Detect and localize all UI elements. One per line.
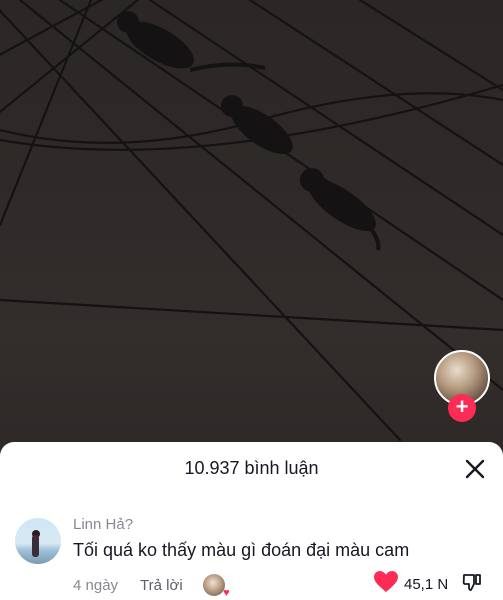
creator-liked-icon: ♥ bbox=[202, 574, 230, 599]
power-lines-scene bbox=[0, 0, 503, 442]
video-player[interactable]: + bbox=[0, 0, 503, 450]
dislike-icon[interactable] bbox=[462, 572, 482, 597]
like-group: 45,1 N bbox=[374, 570, 482, 598]
comment-meta-row: 4 ngày Trả lời ♥ bbox=[73, 574, 230, 599]
follow-button[interactable]: + bbox=[448, 394, 476, 422]
comment-text: Tối quá ko thấy màu gì đoán đại màu cam bbox=[73, 540, 410, 560]
comment-time: 4 ngày bbox=[73, 576, 119, 594]
comment-item: Linn Hả? Tối quá ko thấy màu gì đoán đại… bbox=[0, 512, 503, 600]
reply-button[interactable]: Trả lời bbox=[140, 577, 183, 594]
cats-silhouettes bbox=[117, 11, 381, 251]
close-icon[interactable] bbox=[462, 456, 488, 482]
avatar[interactable] bbox=[15, 518, 61, 564]
avatar-figure-body bbox=[32, 535, 39, 557]
mini-heart-icon: ♥ bbox=[223, 587, 230, 599]
comment-username[interactable]: Linn Hả? bbox=[73, 516, 133, 533]
comment-count-title: 10.937 bình luận bbox=[184, 458, 319, 478]
comments-sheet: 10.937 bình luận Linn Hả? Tối quá ko thấ… bbox=[0, 442, 503, 600]
like-count: 45,1 N bbox=[404, 575, 449, 593]
heart-icon[interactable] bbox=[374, 570, 398, 598]
